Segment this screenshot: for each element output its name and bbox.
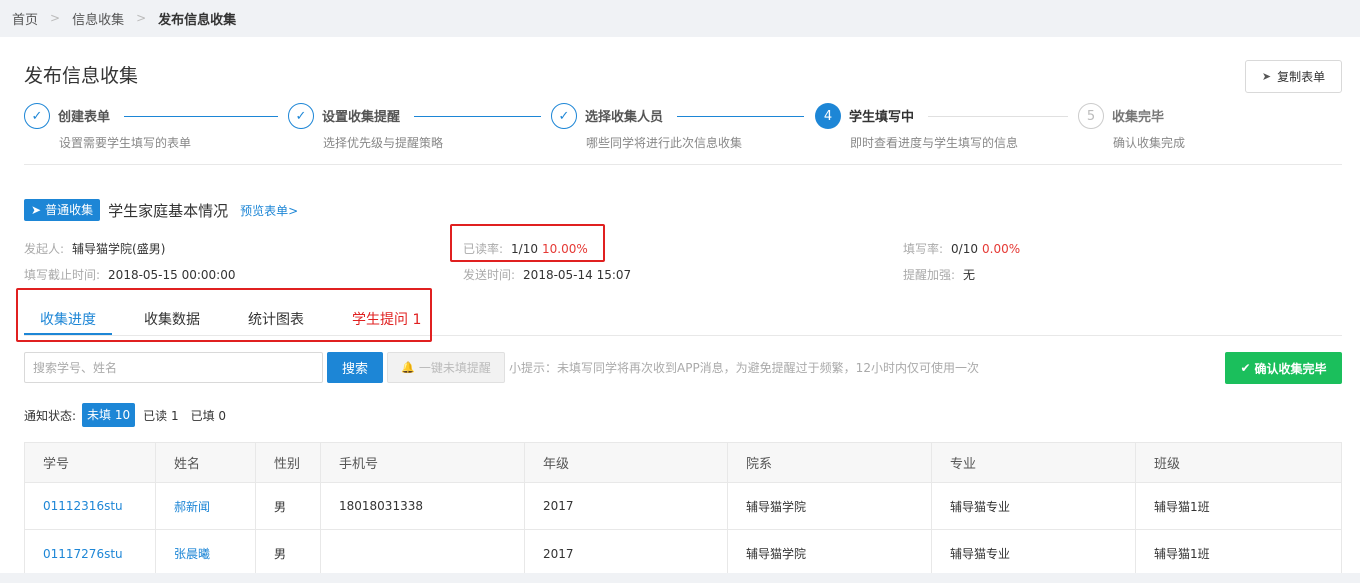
- page-title: 发布信息收集: [24, 65, 139, 87]
- sent-time-info: 发送时间: 2018-05-14 15:07: [463, 266, 631, 283]
- step-desc: 哪些同学将进行此次信息收集: [586, 136, 743, 150]
- breadcrumb-home[interactable]: 首页: [12, 9, 38, 28]
- search-button[interactable]: 搜索: [327, 352, 383, 383]
- step-connector: [124, 116, 278, 117]
- class-cell: 辅导猫1班: [1154, 547, 1210, 561]
- collect-type-label: 普通收集: [45, 203, 94, 217]
- step-connector: [928, 116, 1068, 117]
- send-icon: ➤: [1261, 70, 1272, 83]
- class-cell: 辅导猫1班: [1154, 499, 1210, 514]
- highlight-box-read-rate: [450, 224, 605, 262]
- check-icon: ✓: [551, 103, 577, 129]
- table-header-row: 学号 姓名 性别 手机号 年级 院系 专业 班级: [25, 443, 1341, 483]
- step-desc: 确认收集完成: [1113, 136, 1186, 150]
- collect-type-badge: ➤ 普通收集: [24, 199, 101, 221]
- step-title: 收集完毕: [1112, 110, 1165, 125]
- sent-time-label: 发送时间:: [463, 268, 516, 282]
- chevron-right-icon: >: [50, 11, 61, 25]
- sent-time-value: 2018-05-14 15:07: [523, 268, 632, 282]
- form-header: ➤ 普通收集 学生家庭基本情况 预览表单>: [24, 199, 298, 221]
- phone-cell: [321, 530, 525, 577]
- step-desc: 选择优先级与提醒策略: [323, 136, 444, 150]
- breadcrumb-info-collect[interactable]: 信息收集: [72, 9, 124, 28]
- filter-filled[interactable]: 已填 0: [191, 407, 226, 424]
- breadcrumb-current: 发布信息收集: [158, 12, 237, 28]
- step-title: 选择收集人员: [585, 110, 664, 125]
- major-cell: 辅导猫专业: [932, 530, 1136, 577]
- table-row: 01112316stu 郝新闻 男 18018031338 2017 辅导猫学院…: [25, 483, 1341, 530]
- one-click-remind-button[interactable]: 🔔 一键未填提醒: [387, 352, 505, 383]
- main-card: 发布信息收集 ➤ 复制表单 ✓ 创建表单 设置需要学生填写的表单 ✓ 设置收集提…: [0, 37, 1360, 578]
- page-bottom-band: [0, 573, 1360, 583]
- step-connector: [414, 116, 541, 117]
- department-cell: 辅导猫学院: [728, 483, 932, 529]
- bell-icon: 🔔: [401, 361, 415, 374]
- highlight-box-tabs: [16, 288, 432, 342]
- preview-form-link[interactable]: 预览表单>: [240, 202, 298, 219]
- step-number: 4: [815, 103, 841, 129]
- step-desc: 设置需要学生填写的表单: [59, 136, 192, 150]
- major-cell: 辅导猫专业: [932, 483, 1136, 529]
- deadline-label: 填写截止时间:: [24, 268, 101, 282]
- step-title: 学生填写中: [849, 110, 915, 125]
- column-header: 学号: [25, 443, 156, 482]
- progress-steps: ✓ 创建表单 设置需要学生填写的表单 ✓ 设置收集提醒 选择优先级与提醒策略 ✓…: [24, 103, 1342, 165]
- gender-cell: 男: [256, 483, 321, 529]
- check-icon: ✓: [24, 103, 50, 129]
- copy-form-button[interactable]: ➤ 复制表单: [1245, 60, 1342, 93]
- reminder-boost-value: 无: [963, 268, 976, 282]
- student-name-link[interactable]: 郝新闻: [156, 483, 256, 529]
- step-number: 5: [1078, 103, 1104, 129]
- check-icon: ✓: [288, 103, 314, 129]
- fill-rate-percent: 0.00%: [982, 242, 1021, 256]
- step-desc: 即时查看进度与学生填写的信息: [850, 136, 1019, 150]
- reminder-boost-info: 提醒加强: 无: [903, 266, 975, 283]
- form-name: 学生家庭基本情况: [108, 201, 229, 220]
- breadcrumb: 首页 > 信息收集 > 发布信息收集: [0, 0, 1360, 36]
- grade-cell: 2017: [525, 530, 728, 577]
- column-header: 班级: [1154, 457, 1181, 472]
- table-row: 01117276stu 张晨曦 男 2017 辅导猫学院 辅导猫专业 辅导猫1班: [25, 530, 1341, 577]
- filter-unfilled[interactable]: 未填 10: [82, 403, 136, 427]
- publisher-label: 发起人:: [24, 242, 65, 256]
- step-title: 创建表单: [58, 110, 111, 125]
- column-header: 院系: [728, 443, 932, 482]
- step-title: 设置收集提醒: [322, 110, 401, 125]
- phone-cell: 18018031338: [321, 483, 525, 529]
- check-icon: ✔: [1240, 361, 1251, 375]
- column-header: 姓名: [156, 443, 256, 482]
- column-header: 手机号: [321, 443, 525, 482]
- gender-cell: 男: [256, 530, 321, 577]
- column-header: 性别: [256, 443, 321, 482]
- chevron-right-icon: >: [136, 11, 147, 25]
- reminder-boost-label: 提醒加强:: [903, 268, 956, 282]
- deadline-info: 填写截止时间: 2018-05-15 00:00:00: [24, 266, 236, 283]
- step-connector: [677, 116, 804, 117]
- notice-status-filter: 通知状态: 未填 10 已读 1 已填 0: [24, 403, 238, 427]
- paper-plane-icon: ➤: [31, 203, 42, 217]
- confirm-label: 确认收集完毕: [1254, 361, 1327, 376]
- department-cell: 辅导猫学院: [728, 530, 932, 577]
- hint-text: 小提示：未填写同学将再次收到APP消息，为避免提醒过于频繁，12小时内仅可使用一…: [509, 361, 979, 375]
- search-input[interactable]: 搜索学号、姓名: [24, 352, 323, 383]
- fill-rate-label: 填写率:: [903, 242, 944, 256]
- grade-cell: 2017: [525, 483, 728, 529]
- fill-rate-count: 0/10: [951, 242, 978, 256]
- fill-rate-info: 填写率: 0/10 0.00%: [903, 240, 1020, 257]
- column-header: 年级: [525, 443, 728, 482]
- deadline-value: 2018-05-15 00:00:00: [108, 268, 236, 282]
- publisher-info: 发起人: 辅导猫学院(盛男): [24, 240, 165, 257]
- student-id-link[interactable]: 01112316stu: [25, 483, 156, 529]
- column-header: 专业: [932, 443, 1136, 482]
- publisher-value: 辅导猫学院(盛男): [72, 242, 166, 256]
- notice-status-label: 通知状态:: [24, 408, 77, 423]
- copy-form-label: 复制表单: [1277, 70, 1326, 84]
- student-table: 学号 姓名 性别 手机号 年级 院系 专业 班级 01112316stu 郝新闻…: [24, 442, 1342, 578]
- confirm-collect-button[interactable]: ✔ 确认收集完毕: [1225, 352, 1342, 384]
- student-id-link[interactable]: 01117276stu: [25, 530, 156, 577]
- remind-label: 一键未填提醒: [418, 361, 491, 375]
- filter-read[interactable]: 已读 1: [143, 407, 178, 424]
- student-name-link[interactable]: 张晨曦: [156, 530, 256, 577]
